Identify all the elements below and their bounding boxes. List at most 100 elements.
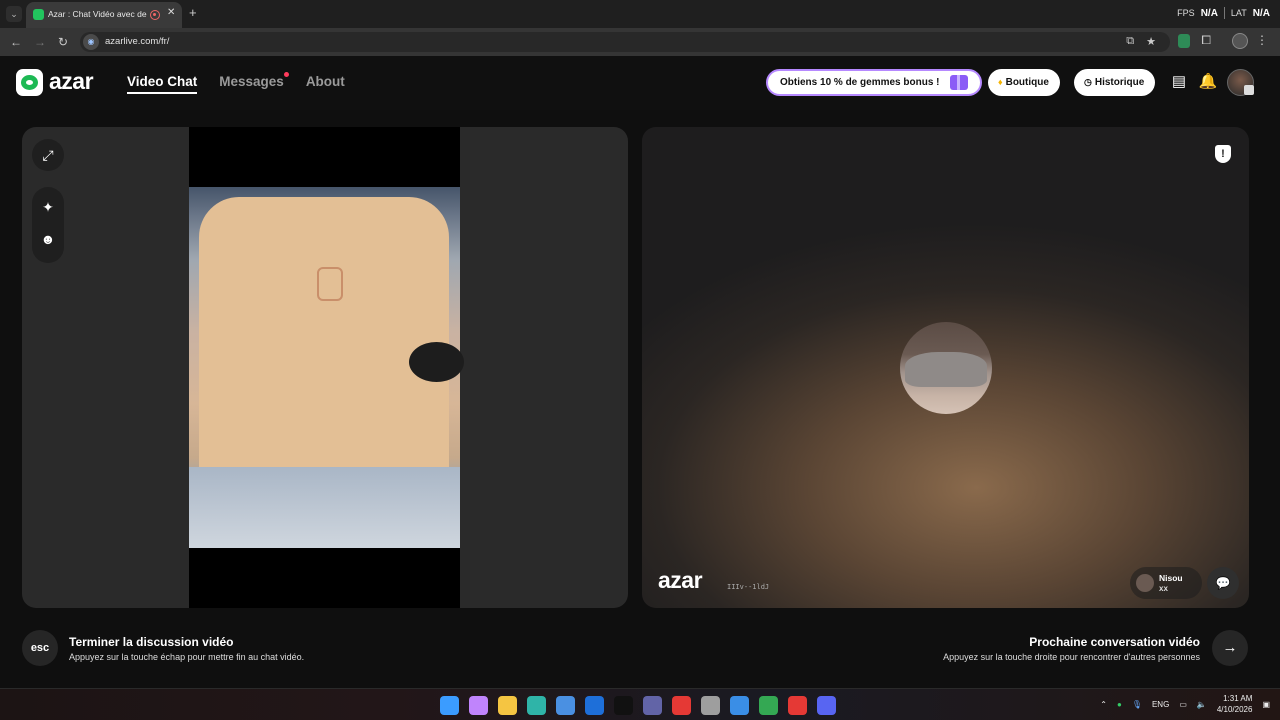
clock[interactable]: 1:31 AM 4/10/2026 (1217, 693, 1253, 715)
chrome-icon[interactable] (759, 696, 778, 715)
shop-button[interactable]: ♦ Boutique (988, 69, 1060, 96)
azar-favicon-icon (33, 9, 44, 20)
gift-icon (950, 75, 968, 90)
volume-icon[interactable]: 🔈 (1197, 700, 1207, 709)
shirt-logo (317, 267, 343, 301)
notification-icon[interactable]: ▣ (1262, 700, 1270, 709)
peer-name: Nisou (1159, 573, 1183, 583)
end-chat-title: Terminer la discussion vidéo (69, 635, 234, 649)
new-tab-icon[interactable]: + (189, 5, 197, 20)
security-icon[interactable]: ● (1117, 700, 1122, 709)
self-video-frame (189, 187, 464, 548)
gem-bonus-promo-button[interactable]: Obtiens 10 % de gemmes bonus ! (766, 69, 982, 96)
site-header: azar Video Chat Messages About Obtiens 1… (0, 56, 1280, 110)
azar-watermark: azar (658, 567, 703, 593)
lat-value: N/A (1252, 7, 1270, 19)
expand-icon[interactable]: ⤢ (32, 139, 64, 171)
forward-icon[interactable]: → (34, 35, 46, 49)
mic-icon[interactable]: 🎙 (1132, 700, 1142, 709)
end-chat-subtitle: Appuyez sur la touche échap pour mettre … (69, 652, 305, 662)
app-red-2-icon[interactable] (788, 696, 807, 715)
tiktok-icon[interactable] (614, 696, 633, 715)
system-tray: ⌃ ● 🎙 ENG ▭ 🔈 1:31 AM 4/10/2026 ▣ (1100, 693, 1270, 715)
settings-icon[interactable] (701, 696, 720, 715)
shop-label: Boutique (1005, 77, 1049, 88)
performance-overlay: FPS N/A LAT N/A (1177, 7, 1270, 19)
self-video (189, 127, 464, 608)
expand-tool: ⤢ (32, 139, 64, 171)
close-tab-icon[interactable]: ✕ (167, 7, 175, 18)
language-indicator[interactable]: ENG (1152, 700, 1169, 709)
site-info-icon[interactable]: ◉ (83, 34, 99, 50)
clock-date: 4/10/2026 (1216, 705, 1253, 714)
reload-icon[interactable]: ↻ (58, 35, 68, 49)
nav-messages-label: Messages (219, 74, 284, 89)
browser-tab-strip: ⌄ Azar : Chat Vidéo avec de n ✕ + FPS N/… (0, 0, 1280, 28)
browser-profile-avatar[interactable] (1232, 33, 1248, 49)
next-chat-subtitle: Appuyez sur la touche droite pour rencon… (943, 652, 1200, 662)
browser-tab[interactable]: Azar : Chat Vidéo avec de n ✕ (26, 2, 182, 28)
fps-value: N/A (1200, 7, 1218, 19)
outlook-icon[interactable] (585, 696, 604, 715)
edge-icon[interactable] (527, 696, 546, 715)
session-id: IIIv--1ldJ (727, 583, 770, 591)
windows-taskbar: ⌃ ● 🎙 ENG ▭ 🔈 1:31 AM 4/10/2026 ▣ (0, 688, 1280, 720)
face-filter-icon[interactable]: ☻ (32, 223, 64, 255)
peer-hair-shape (905, 352, 987, 387)
bell-icon[interactable]: 🔔 (1198, 72, 1218, 92)
peer-profile-chip[interactable]: Nisou xx (1130, 567, 1202, 599)
next-chat-arrow-icon[interactable]: → (1212, 630, 1248, 666)
extension-icon[interactable] (1178, 34, 1190, 48)
bookmark-star-icon[interactable]: ★ (1146, 35, 1156, 48)
self-video-panel: ⤢ ✦ ☻ (22, 127, 628, 608)
ms-store-icon[interactable] (556, 696, 575, 715)
shirt-shape (199, 197, 449, 487)
taskbar-apps (440, 696, 836, 715)
install-app-icon[interactable]: ⧉ (1126, 35, 1134, 48)
back-icon[interactable]: ← (10, 35, 22, 49)
nav-messages[interactable]: Messages (219, 72, 289, 89)
gem-icon: ♦ (998, 77, 1003, 87)
divider (1223, 7, 1225, 19)
copilot-icon[interactable] (469, 696, 488, 715)
tab-title: Azar : Chat Vidéo avec de n (48, 9, 148, 19)
history-button[interactable]: ◷ Historique (1074, 69, 1156, 96)
file-explorer-icon[interactable] (498, 696, 517, 715)
address-bar-row: ← → ↻ ◉ azarlive.com/fr/ ⧉ ★ ⧠ ⋮ (0, 28, 1280, 56)
history-label: Historique (1094, 77, 1145, 88)
promo-label: Obtiens 10 % de gemmes bonus ! (780, 77, 940, 88)
nav-about[interactable]: About (306, 74, 345, 89)
browser-menu-icon[interactable]: ⋮ (1256, 33, 1268, 47)
url-text: azarlive.com/fr/ (105, 36, 170, 47)
effects-toolbar: ✦ ☻ (32, 187, 64, 263)
tab-search-icon[interactable]: ⌄ (6, 6, 22, 22)
network-icon[interactable]: ▭ (1179, 700, 1187, 709)
peer-avatar (1136, 574, 1154, 592)
url-input[interactable]: ◉ azarlive.com/fr/ ⧉ ★ (80, 32, 1170, 52)
azar-logo-text[interactable]: azar (49, 68, 94, 95)
clock-time: 1:31 AM (1223, 694, 1253, 703)
unread-dot (283, 72, 289, 77)
peer-camera-circle (900, 322, 992, 414)
peer-subtitle: xx (1159, 584, 1168, 593)
windows-start-icon[interactable] (440, 696, 459, 715)
fps-label: FPS (1177, 8, 1195, 18)
photos-icon[interactable] (730, 696, 749, 715)
avatar-badge-icon (1244, 85, 1254, 95)
magic-wand-icon[interactable]: ✦ (32, 191, 64, 223)
extensions-puzzle-icon[interactable]: ⧠ (1201, 33, 1211, 48)
report-shield-icon[interactable]: ! (1215, 145, 1231, 163)
tray-overflow-icon[interactable]: ⌃ (1100, 700, 1107, 709)
clock-icon: ◷ (1084, 77, 1092, 87)
nav-video-chat[interactable]: Video Chat (127, 74, 198, 94)
teams-icon[interactable] (643, 696, 662, 715)
peer-video-panel: ! azar IIIv--1ldJ Nisou xx 💬 (642, 127, 1249, 608)
azar-logo-icon[interactable] (16, 69, 43, 96)
chat-bubble-icon[interactable]: 💬 (1207, 567, 1239, 599)
end-chat-button[interactable]: esc (22, 630, 58, 666)
next-chat-title: Prochaine conversation vidéo (1029, 635, 1200, 649)
lat-label: LAT (1230, 8, 1247, 18)
discord-icon[interactable] (817, 696, 836, 715)
app-red-icon[interactable] (672, 696, 691, 715)
inbox-icon[interactable]: ▤ (1169, 72, 1189, 92)
